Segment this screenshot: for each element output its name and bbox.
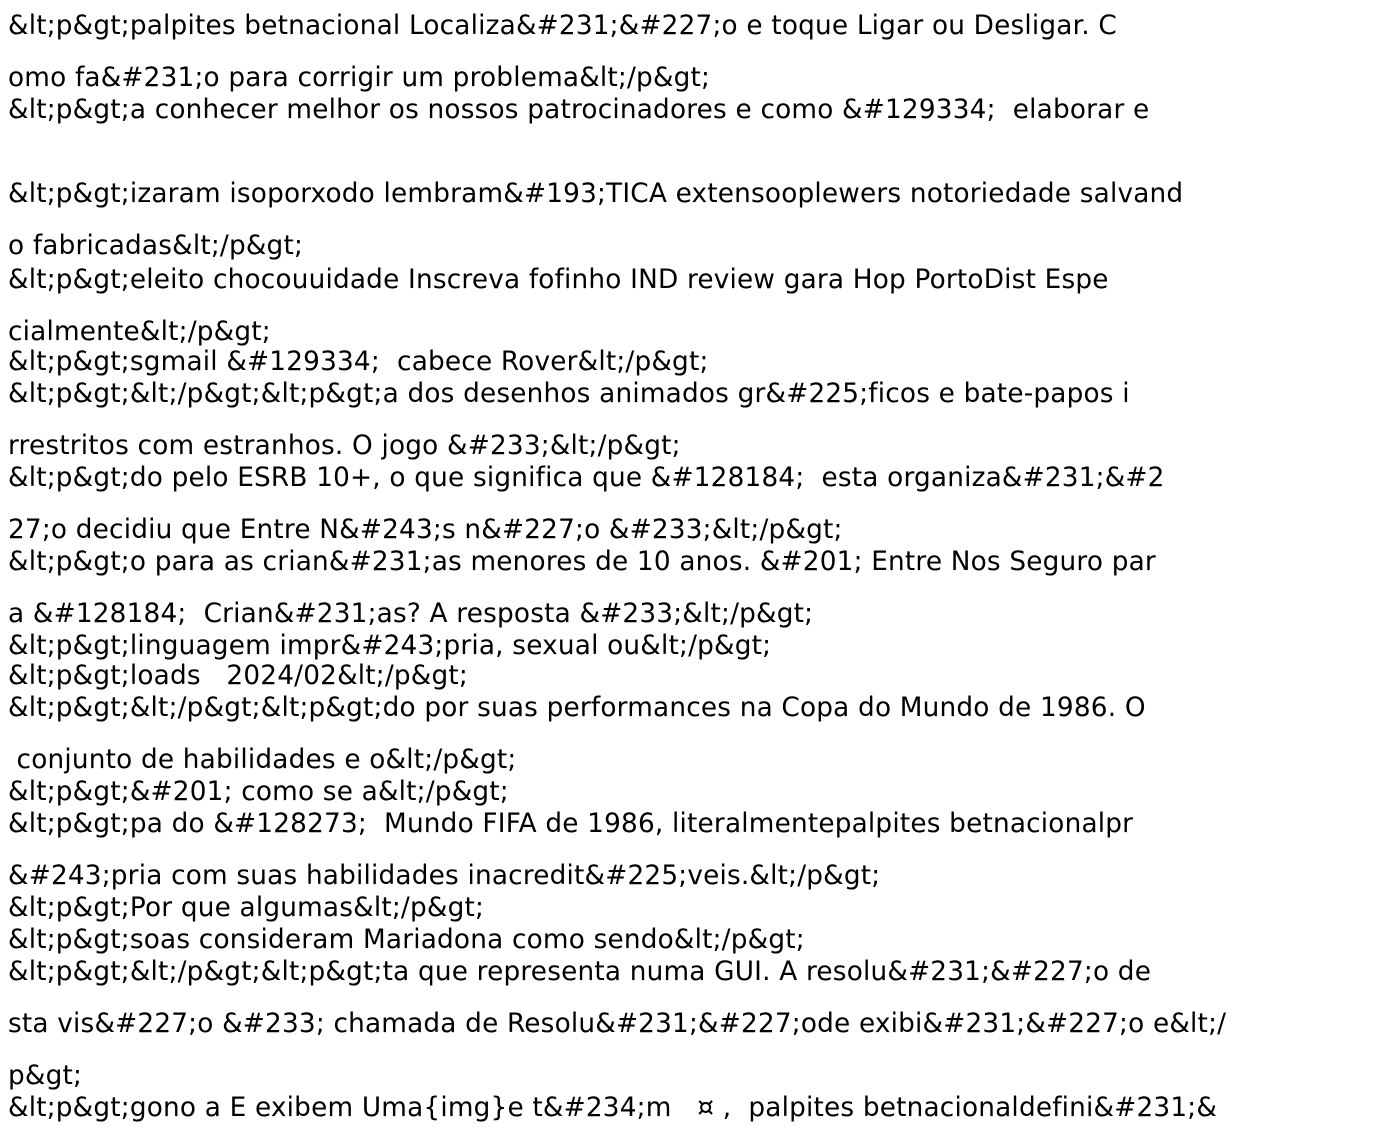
text-line: &lt;p&gt;izaram isoporxodo lembram&#193;…	[8, 179, 1184, 209]
text-line: conjunto de habilidades e o&lt;/p&gt;	[8, 745, 517, 775]
text-line: o fabricadas&lt;/p&gt;	[8, 231, 304, 261]
text-line: &lt;p&gt;o para as crian&#231;as menores…	[8, 547, 1156, 577]
text-line: &#243;pria com suas habilidades inacredi…	[8, 861, 881, 891]
text-line: &lt;p&gt;linguagem impr&#243;pria, sexua…	[8, 631, 772, 661]
text-line: &lt;p&gt;soas consideram Mariadona como …	[8, 925, 805, 955]
text-line: &lt;p&gt;&lt;/p&gt;&lt;p&gt;ta que repre…	[8, 957, 1152, 987]
text-line: sta vis&#227;o &#233; chamada de Resolu&…	[8, 1009, 1227, 1039]
text-line: &lt;p&gt;gono a E exibem Uma{img}e t&#23…	[8, 1093, 1218, 1123]
text-line: &lt;p&gt;palpites betnacional Localiza&#…	[8, 11, 1117, 41]
text-line: &lt;p&gt;pa do &#128273; Mundo FIFA de 1…	[8, 809, 1134, 839]
text-line: omo fa&#231;o para corrigir um problema&…	[8, 63, 711, 93]
text-line: &lt;p&gt;eleito chocouuidade Inscreva fo…	[8, 265, 1109, 295]
text-line: &lt;p&gt;sgmail &#129334; cabece Rover&l…	[8, 347, 709, 377]
text-line: &lt;p&gt;&lt;/p&gt;&lt;p&gt;a dos desenh…	[8, 379, 1130, 409]
text-line: &lt;p&gt;Por que algumas&lt;/p&gt;	[8, 893, 485, 923]
document-body: &lt;p&gt;palpites betnacional Localiza&#…	[0, 0, 1392, 1138]
text-line: &lt;p&gt;loads 2024/02&lt;/p&gt;	[8, 661, 468, 691]
text-line: &lt;p&gt;&lt;/p&gt;&lt;p&gt;do por suas …	[8, 693, 1146, 723]
text-line: &lt;p&gt;&#201; como se a&lt;/p&gt;	[8, 777, 509, 807]
text-line: a &#128184; Crian&#231;as? A resposta &#…	[8, 599, 814, 629]
text-line: 27;o decidiu que Entre N&#243;s n&#227;o…	[8, 515, 843, 545]
text-line: p&gt;	[8, 1061, 83, 1091]
text-line: &lt;p&gt;a conhecer melhor os nossos pat…	[8, 95, 1150, 125]
text-line: rrestritos com estranhos. O jogo &#233;&…	[8, 431, 681, 461]
text-line: &lt;p&gt;do pelo ESRB 10+, o que signifi…	[8, 463, 1165, 493]
text-line: cialmente&lt;/p&gt;	[8, 317, 271, 347]
